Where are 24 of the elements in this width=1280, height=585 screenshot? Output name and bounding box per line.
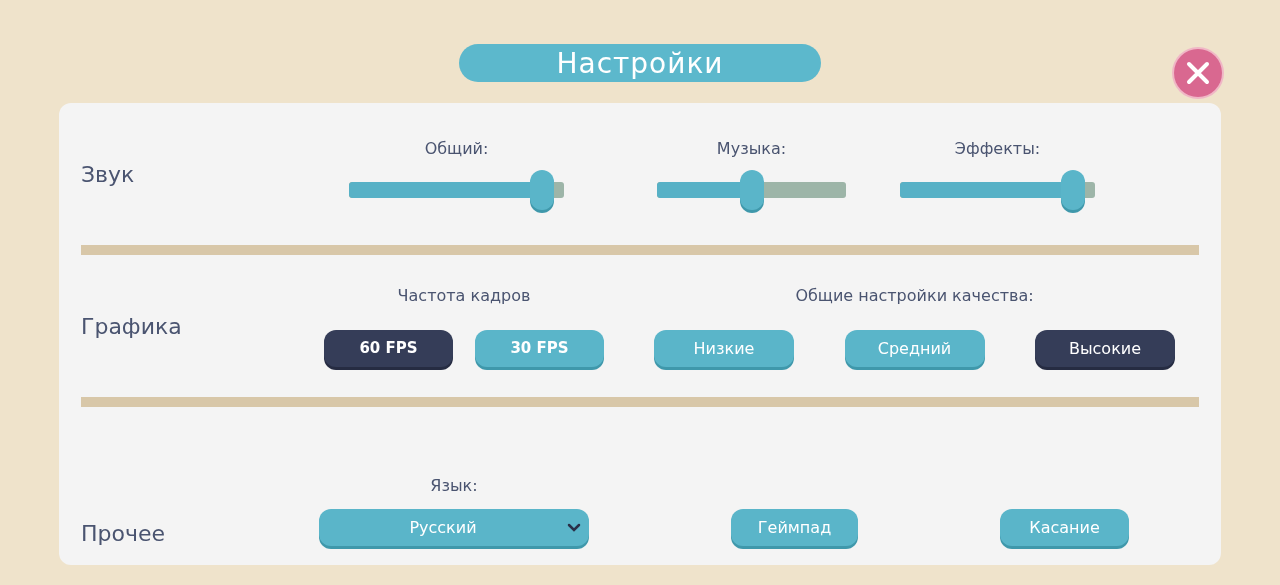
slider-thumb[interactable] xyxy=(530,169,555,210)
close-button[interactable] xyxy=(1174,49,1222,97)
quality-button[interactable]: Высокие xyxy=(1035,329,1175,367)
section-label: Графика xyxy=(81,313,183,339)
slider-label: Музыка: xyxy=(716,138,787,158)
close-icon xyxy=(1186,61,1210,85)
section-label: Прочее xyxy=(81,521,167,546)
quality-button[interactable]: Средний xyxy=(844,329,985,367)
language-dropdown[interactable]: Русский xyxy=(319,509,589,546)
slider-thumb[interactable] xyxy=(1060,169,1085,210)
frame-rate-button[interactable]: 30 FPS xyxy=(475,329,604,367)
settings-title: Настройки xyxy=(459,44,821,82)
quality-button[interactable]: Низкие xyxy=(654,329,794,367)
frame-rate-label: Частота кадров xyxy=(397,285,531,305)
chevron-down-icon xyxy=(567,522,581,533)
frame-rate-button[interactable]: 60 FPS xyxy=(324,329,453,367)
quality-label: Общие настройки качества: xyxy=(795,285,1034,305)
slider-label: Общий: xyxy=(424,138,489,158)
section-label: Звук xyxy=(81,161,136,187)
input-mode-button[interactable]: Геймпад xyxy=(731,509,858,546)
input-mode-button[interactable]: Касание xyxy=(1000,509,1129,546)
slider-label: Эффекты: xyxy=(954,138,1041,158)
slider-thumb[interactable] xyxy=(739,169,764,210)
language-label: Язык: xyxy=(430,476,478,495)
